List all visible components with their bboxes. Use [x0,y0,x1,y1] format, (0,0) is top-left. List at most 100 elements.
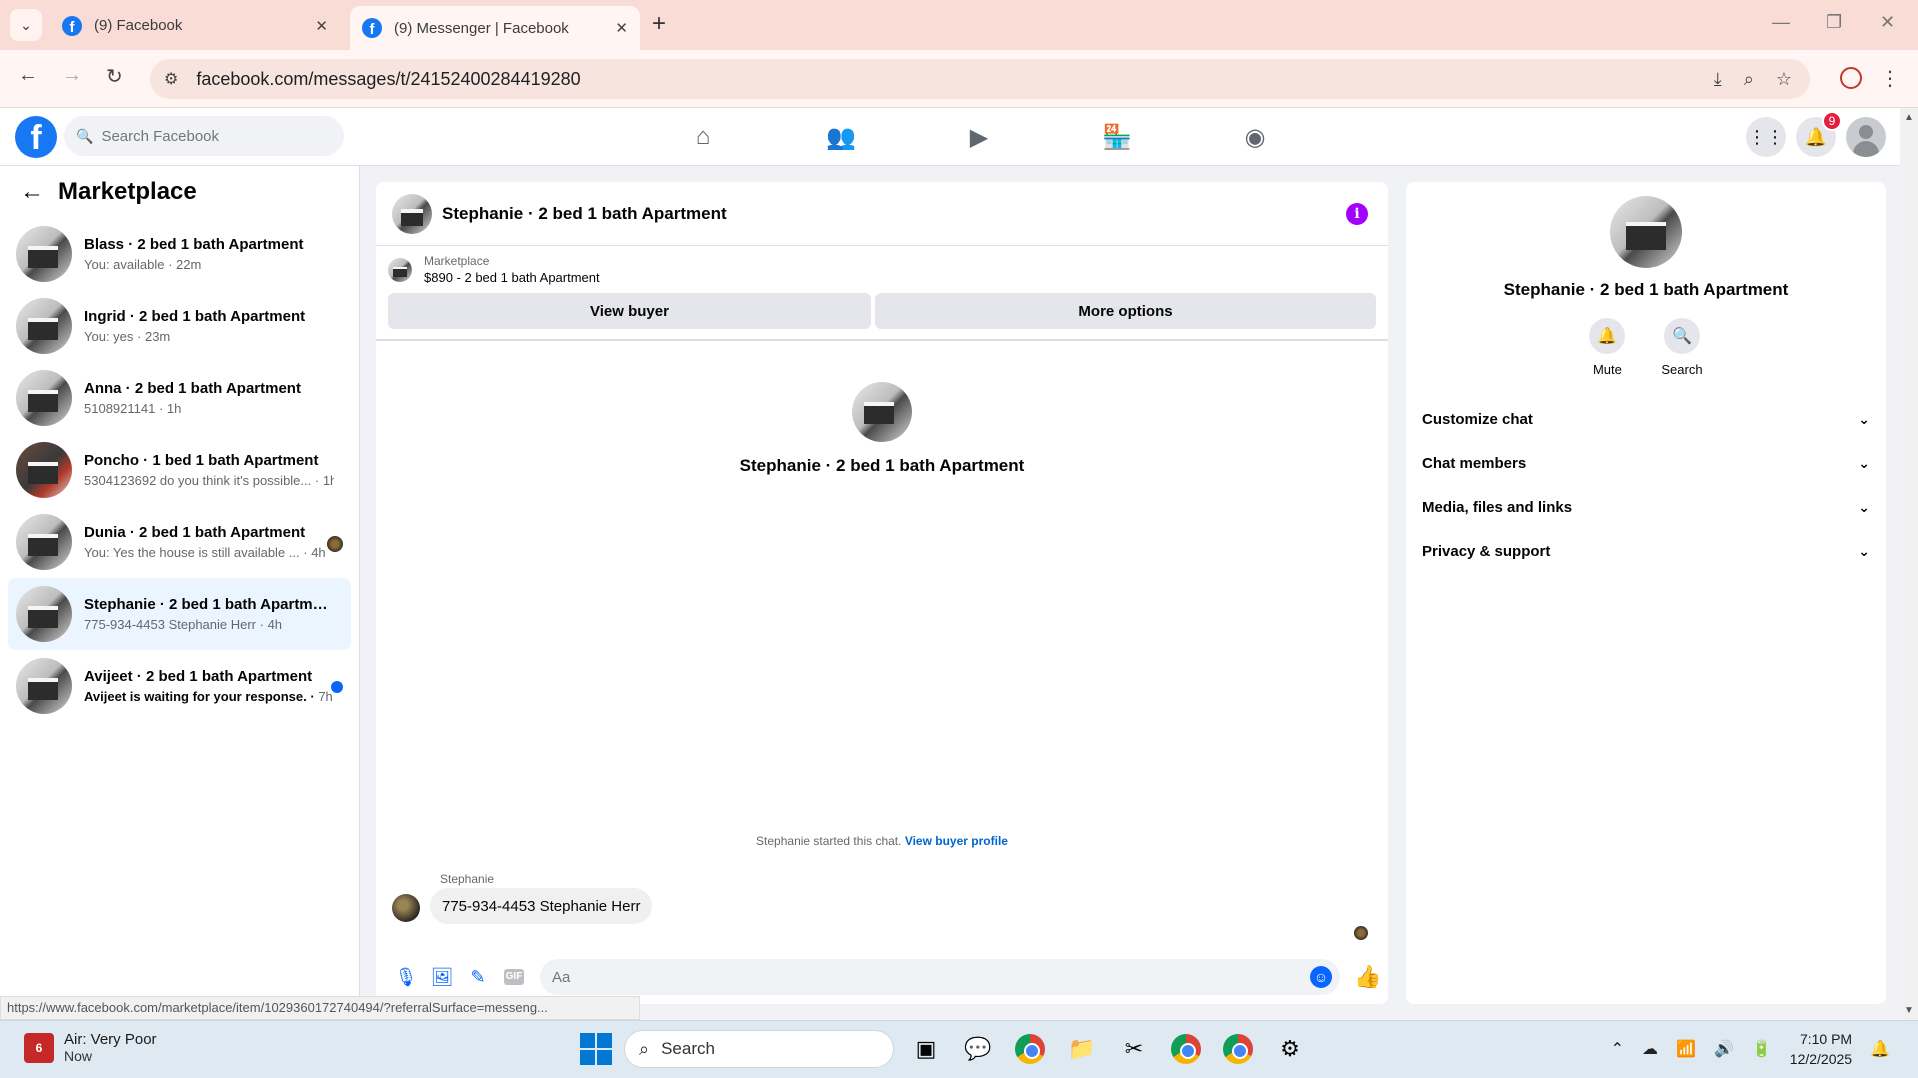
conversation-panel: Stephanie · 2 bed 1 bath Apartment i Mar… [376,182,1388,1004]
taskbar-search[interactable]: ⌕ Search [624,1030,894,1068]
view-buyer-profile-link[interactable]: View buyer profile [905,834,1008,848]
marketplace-icon[interactable]: 🏪 [1048,108,1186,166]
message-input[interactable] [552,968,1292,986]
battery-icon[interactable]: 🔋 [1752,1039,1772,1059]
conversation-header[interactable]: Stephanie · 2 bed 1 bath Apartment i [376,182,1388,246]
seen-avatar-icon [327,536,343,552]
close-icon[interactable]: ✕ [615,19,628,37]
menu-grid-icon[interactable]: ⋮⋮ [1746,117,1786,157]
chrome-icon[interactable] [1010,1029,1050,1069]
chat-name: Poncho · 1 bed 1 bath Apartment [84,452,319,469]
page-scrollbar[interactable]: ▲ ▼ [1900,108,1918,1020]
air-quality-icon: 6 [24,1032,54,1063]
message-bubble[interactable]: 775-934-4453 Stephanie Herr [430,888,653,924]
video-icon[interactable]: ▶ [910,108,1048,166]
clock[interactable]: 7:10 PM 12/2/2025 [1790,1029,1852,1069]
restore-icon[interactable]: ❐ [1826,12,1842,33]
back-arrow-icon[interactable]: ← [20,178,44,206]
chat-item-stephanie[interactable]: Stephanie · 2 bed 1 bath Apartment 775-9… [8,578,351,650]
wifi-icon[interactable]: 📶 [1676,1039,1696,1059]
listing-thumbnail [16,298,72,354]
more-options-button[interactable]: More options [875,293,1376,329]
search-icon: 🔍 [1663,318,1700,354]
section-chat-members[interactable]: Chat members ⌄ [1414,441,1878,485]
window-close-icon[interactable]: ✕ [1880,12,1895,33]
search-button[interactable]: 🔍 Search [1661,318,1703,377]
account-avatar[interactable] [1846,117,1886,157]
chevron-down-icon: ⌄ [1858,410,1870,427]
chat-item-avijeet[interactable]: Avijeet · 2 bed 1 bath Apartment Avijeet… [8,650,351,722]
sticker-icon[interactable]: ✎ [460,967,496,988]
mute-button[interactable]: 🔔 Mute [1589,318,1626,377]
listing-thumbnail [16,658,72,714]
link-status-bar: https://www.facebook.com/marketplace/ite… [0,996,640,1020]
message-input-wrapper: ☺ [540,959,1340,995]
forward-icon[interactable]: → [62,64,82,87]
home-icon[interactable]: ⌂ [634,108,772,166]
gif-icon[interactable]: GIF [504,969,524,985]
bookmark-star-icon[interactable]: ☆ [1776,69,1792,90]
volume-icon[interactable]: 🔊 [1714,1039,1734,1059]
info-icon[interactable]: i [1346,203,1368,225]
listing-row[interactable]: Marketplace $890 - 2 bed 1 bath Apartmen… [376,246,1388,293]
conversation-avatar[interactable] [392,193,432,234]
tab-facebook[interactable]: f (9) Facebook ✕ [50,7,340,44]
microphone-icon[interactable]: 🎙 [388,967,424,988]
install-app-icon[interactable]: ⤓ [1714,69,1722,90]
weather-widget[interactable]: 6 Air: Very Poor Now [24,1031,157,1064]
listing-thumbnail [16,586,72,642]
reload-icon[interactable]: ↻ [106,64,123,89]
chevron-up-icon[interactable]: ⌃ [1611,1039,1624,1059]
address-bar[interactable]: ⚙ facebook.com/messages/t/24152400284419… [150,59,1810,99]
back-icon[interactable]: ← [18,64,38,87]
section-privacy-support[interactable]: Privacy & support ⌄ [1414,529,1878,573]
close-icon[interactable]: ✕ [315,17,328,35]
browser-menu-icon[interactable]: ⋮ [1880,66,1900,91]
chat-app-icon[interactable]: 💬 [958,1029,998,1069]
chat-item-anna[interactable]: Anna · 2 bed 1 bath Apartment 5108921141… [8,362,351,434]
emoji-icon[interactable]: ☺ [1310,966,1332,988]
chrome-icon[interactable] [1166,1029,1206,1069]
facebook-search[interactable]: 🔍 [64,116,344,156]
notifications-bell-icon[interactable]: 🔔 9 [1796,111,1842,157]
chrome-icon[interactable] [1218,1029,1258,1069]
profile-avatar[interactable] [852,382,912,442]
profile-avatar[interactable] [1610,196,1682,268]
site-settings-icon[interactable]: ⚙ [164,69,178,89]
view-buyer-button[interactable]: View buyer [388,293,872,329]
section-media-files-links[interactable]: Media, files and links ⌄ [1414,485,1878,529]
chat-preview: You: yes · 23m [84,329,171,344]
thumbs-up-icon[interactable]: 👍 [1354,964,1381,990]
sender-avatar[interactable] [392,894,420,922]
snipping-tool-icon[interactable]: ✂ [1114,1029,1154,1069]
scroll-down-icon[interactable]: ▼ [1904,1005,1914,1016]
notification-bell-icon[interactable]: 🔔 [1870,1039,1890,1059]
chevron-down-icon: ⌄ [1858,542,1870,559]
profile-name: Stephanie · 2 bed 1 bath Apartment [1503,280,1789,299]
chat-preview: 775-934-4453 Stephanie Herr · 4h [84,617,283,632]
friends-icon[interactable]: 👥 [772,108,910,166]
browser-tab-bar: ⌄ f (9) Facebook ✕ f (9) Messenger | Fac… [0,0,1918,50]
minimize-icon[interactable]: — [1772,12,1790,33]
scroll-up-icon[interactable]: ▲ [1904,112,1914,123]
chat-preview: You: Yes the house is still available ..… [84,545,326,560]
cloud-off-icon[interactable]: ☁ [1642,1039,1658,1059]
chat-item-poncho[interactable]: Poncho · 1 bed 1 bath Apartment 53041236… [8,434,351,506]
search-input[interactable] [101,127,302,145]
zoom-icon[interactable]: ⌕ [1744,69,1754,90]
photo-icon[interactable]: 🖼 [424,967,460,988]
profile-icon[interactable] [1840,67,1862,94]
chat-item-blass[interactable]: Blass · 2 bed 1 bath Apartment You: avai… [8,218,351,290]
tab-search-dropdown[interactable]: ⌄ [10,9,42,41]
start-button[interactable] [580,1033,612,1065]
chat-item-dunia[interactable]: Dunia · 2 bed 1 bath Apartment You: Yes … [8,506,351,578]
groups-icon[interactable]: ◉ [1186,108,1324,166]
chat-item-ingrid[interactable]: Ingrid · 2 bed 1 bath Apartment You: yes… [8,290,351,362]
facebook-logo-icon[interactable]: f [15,116,57,158]
tab-messenger[interactable]: f (9) Messenger | Facebook ✕ [350,6,640,50]
section-customize-chat[interactable]: Customize chat ⌄ [1414,397,1878,441]
file-explorer-icon[interactable]: 📁 [1062,1029,1102,1069]
task-view-icon[interactable]: ▣ [906,1029,946,1069]
new-tab-button[interactable]: + [652,10,666,38]
settings-gear-icon[interactable]: ⚙ [1270,1029,1310,1069]
